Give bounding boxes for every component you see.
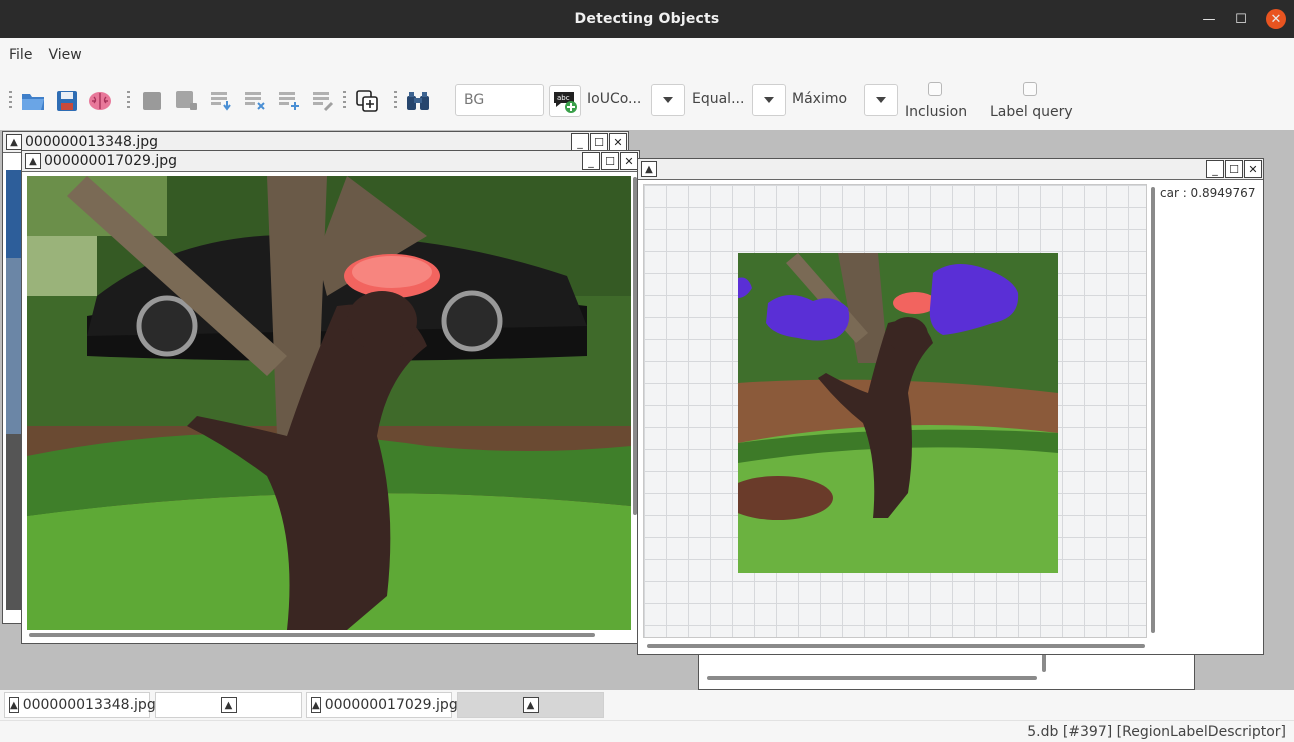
edit-label-icon[interactable] xyxy=(310,88,336,114)
add-region-icon[interactable] xyxy=(173,88,199,114)
inclusion-label: Inclusion xyxy=(905,104,968,120)
binoculars-icon[interactable] xyxy=(405,88,431,114)
canvas-grid[interactable] xyxy=(643,184,1147,638)
frame-maximize-button[interactable]: ☐ xyxy=(1225,160,1243,178)
vertical-scrollbar[interactable] xyxy=(1151,187,1155,633)
frame-icon: ▲ xyxy=(220,697,237,713)
maximize-window-button[interactable]: ☐ xyxy=(1231,9,1251,29)
dog-frisbee-photo xyxy=(27,176,631,630)
task-item-13348[interactable]: ▲ 000000013348.jpg xyxy=(4,692,156,718)
iou-combo[interactable] xyxy=(651,84,685,116)
frame-title: 000000017029.jpg xyxy=(44,153,177,169)
toolbar-grip[interactable] xyxy=(343,91,346,111)
equal-combo[interactable] xyxy=(752,84,786,116)
frame-icon: ▲ xyxy=(9,697,19,713)
mdi-desktop: ▲ 000000013348.jpg _ ☐ ✕ ▲ 000000017029.… xyxy=(0,130,1294,690)
add-label-icon[interactable] xyxy=(276,88,302,114)
frame-icon: ▲ xyxy=(25,153,41,169)
mask-overlay-photo xyxy=(738,253,1058,573)
copy-add-icon[interactable] xyxy=(354,88,380,114)
task-item-17029[interactable]: ▲ 000000017029.jpg xyxy=(306,692,458,718)
download-region-icon[interactable] xyxy=(208,88,234,114)
open-folder-icon[interactable] xyxy=(20,88,46,114)
frame-title-bar[interactable]: ▲ _ ☐ ✕ xyxy=(638,159,1263,180)
toolbar: BG abc IoUCo... Equal... Máximo Inclusio… xyxy=(0,72,1294,130)
svg-text:abc: abc xyxy=(557,94,570,102)
maximo-combo-label: Máximo xyxy=(792,91,848,107)
task-item-untitled[interactable]: ▲ xyxy=(155,692,302,718)
frame-icon: ▲ xyxy=(522,697,539,713)
image-frame-front[interactable]: ▲ 000000017029.jpg _ ☐ ✕ xyxy=(21,150,640,644)
frame-minimize-button[interactable]: _ xyxy=(1206,160,1224,178)
frame-icon: ▲ xyxy=(641,161,657,177)
menu-view[interactable]: View xyxy=(48,47,81,63)
frame-minimize-button[interactable]: _ xyxy=(582,152,600,170)
frame-icon: ▲ xyxy=(6,134,22,150)
stop-icon[interactable] xyxy=(139,88,165,114)
task-label: 000000017029.jpg xyxy=(324,697,458,713)
application-window: Detecting Objects — ☐ ✕ File View BG abc… xyxy=(0,0,1294,742)
inclusion-checkbox[interactable] xyxy=(928,82,942,96)
horizontal-scrollbar[interactable] xyxy=(707,676,1037,680)
frame-close-button[interactable]: ✕ xyxy=(1244,160,1262,178)
menu-bar: File View xyxy=(0,38,1294,72)
detection-label[interactable]: car : 0.8949767 xyxy=(1160,186,1255,200)
minimize-window-button[interactable]: — xyxy=(1199,9,1219,29)
brain-icon[interactable] xyxy=(87,88,113,114)
save-icon[interactable] xyxy=(54,88,80,114)
add-text-label-icon[interactable]: abc xyxy=(549,85,581,117)
horizontal-scrollbar[interactable] xyxy=(29,633,595,637)
search-input[interactable]: BG xyxy=(455,84,544,116)
menu-file[interactable]: File xyxy=(9,47,32,63)
frame-maximize-button[interactable]: ☐ xyxy=(601,152,619,170)
frame-title: 000000013348.jpg xyxy=(25,134,158,150)
window-title: Detecting Objects xyxy=(574,11,720,27)
frame-minimize-button[interactable]: _ xyxy=(571,133,589,151)
image-preview xyxy=(6,170,22,610)
task-item-active[interactable]: ▲ xyxy=(457,692,604,718)
label-query-label: Label query xyxy=(990,104,1073,120)
title-bar: Detecting Objects — ☐ ✕ xyxy=(0,0,1294,38)
toolbar-grip[interactable] xyxy=(9,91,12,111)
close-window-button[interactable]: ✕ xyxy=(1266,9,1286,29)
maximo-combo[interactable] xyxy=(864,84,898,116)
frame-title-bar[interactable]: ▲ 000000017029.jpg _ ☐ ✕ xyxy=(22,151,639,172)
frame-maximize-button[interactable]: ☐ xyxy=(590,133,608,151)
equal-combo-label: Equal... xyxy=(692,91,745,107)
toolbar-grip[interactable] xyxy=(127,91,130,111)
label-query-checkbox[interactable] xyxy=(1023,82,1037,96)
hidden-frame[interactable] xyxy=(698,650,1195,690)
frame-icon: ▲ xyxy=(311,697,321,713)
frame-close-button[interactable]: ✕ xyxy=(609,133,627,151)
frame-close-button[interactable]: ✕ xyxy=(620,152,638,170)
iou-combo-label: IoUCo... xyxy=(587,91,642,107)
frame-taskbar: ▲ 000000013348.jpg ▲ ▲ 000000017029.jpg … xyxy=(0,690,1294,720)
toolbar-grip[interactable] xyxy=(394,91,397,111)
result-frame[interactable]: ▲ _ ☐ ✕ car: 0.8949767 xyxy=(637,158,1264,655)
status-bar: 5.db [#397] [RegionLabelDescriptor] xyxy=(0,720,1294,742)
horizontal-scrollbar[interactable] xyxy=(647,644,1145,648)
delete-region-icon[interactable] xyxy=(242,88,268,114)
task-label: 000000013348.jpg xyxy=(22,697,156,713)
